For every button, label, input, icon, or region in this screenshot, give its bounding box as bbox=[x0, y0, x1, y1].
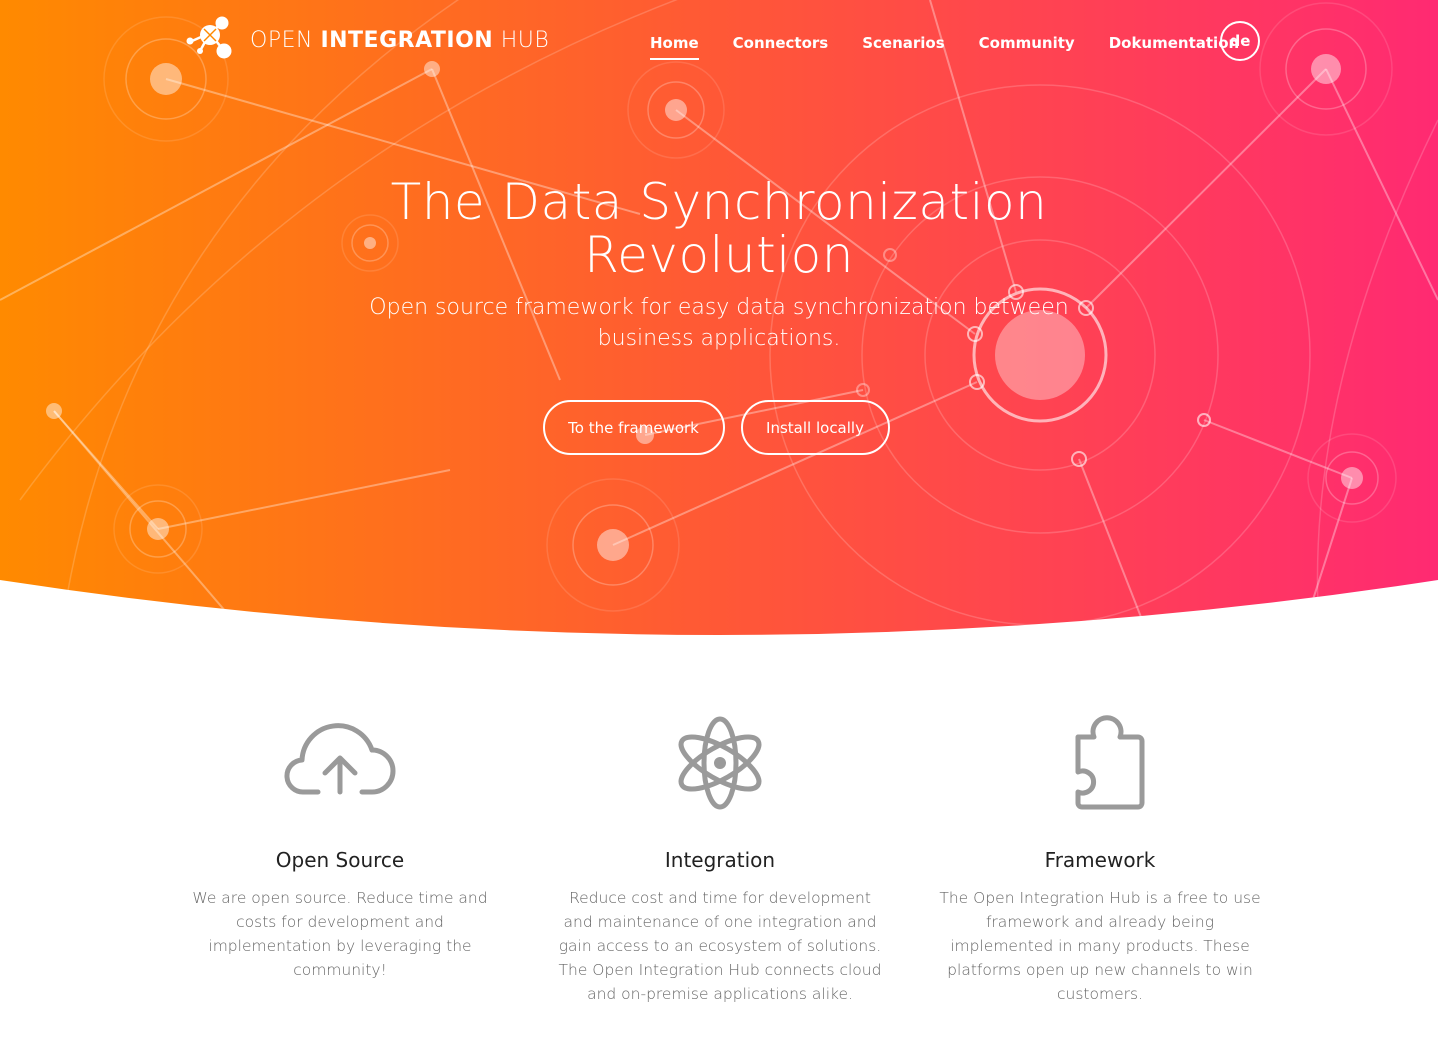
hero-title-line-1: The Data Synchronization bbox=[390, 173, 1048, 231]
brand-name-integration: INTEGRATION bbox=[320, 27, 494, 53]
nav-item-home[interactable]: Home bbox=[650, 26, 699, 60]
hero-title: The Data Synchronization Revolution bbox=[0, 176, 1438, 282]
brand-name: OPEN INTEGRATION HUB bbox=[250, 28, 549, 53]
hero-section: OPEN INTEGRATION HUB Home Connectors Sce… bbox=[0, 0, 1438, 640]
feature-title: Integration bbox=[664, 848, 776, 872]
language-switch-button[interactable]: de bbox=[1220, 21, 1260, 61]
hero-subtitle: Open source framework for easy data sync… bbox=[369, 295, 1069, 351]
brand-name-hub: HUB bbox=[493, 27, 550, 53]
hero-buttons: To the framework Install locally bbox=[0, 400, 1438, 455]
nav-item-scenarios[interactable]: Scenarios bbox=[862, 26, 944, 58]
cloud-upload-icon bbox=[284, 723, 396, 795]
feature-description: The Open Integration Hub is a free to us… bbox=[939, 889, 1261, 1003]
feature-description: We are open source. Reduce time and cost… bbox=[192, 889, 488, 979]
brand-name-open: OPEN bbox=[250, 27, 321, 53]
feature-title: Framework bbox=[1044, 848, 1156, 872]
features-section: Open Source We are open source. Reduce t… bbox=[0, 700, 1438, 1051]
install-locally-button[interactable]: Install locally bbox=[740, 400, 890, 455]
to-the-framework-button[interactable]: To the framework bbox=[542, 400, 725, 455]
main-nav: Home Connectors Scenarios Community Doku… bbox=[650, 20, 1273, 64]
puzzle-piece-icon bbox=[1075, 715, 1145, 810]
feature-title: Open Source bbox=[275, 848, 405, 872]
brand-logo-link[interactable]: OPEN INTEGRATION HUB bbox=[182, 12, 549, 68]
network-molecule-logo-icon bbox=[186, 16, 232, 59]
atom-icon bbox=[678, 716, 762, 810]
nav-item-community[interactable]: Community bbox=[979, 26, 1075, 58]
page: OPEN INTEGRATION HUB Home Connectors Sce… bbox=[0, 0, 1438, 1051]
feature-open-source: Open Source We are open source. Reduce t… bbox=[175, 700, 505, 982]
feature-framework: Framework The Open Integration Hub is a … bbox=[935, 700, 1265, 1006]
feature-integration: Integration Reduce cost and time for dev… bbox=[555, 700, 885, 1006]
nav-item-connectors[interactable]: Connectors bbox=[733, 26, 829, 58]
feature-description: Reduce cost and time for development and… bbox=[558, 889, 882, 1003]
hero-title-line-2: Revolution bbox=[584, 226, 854, 284]
